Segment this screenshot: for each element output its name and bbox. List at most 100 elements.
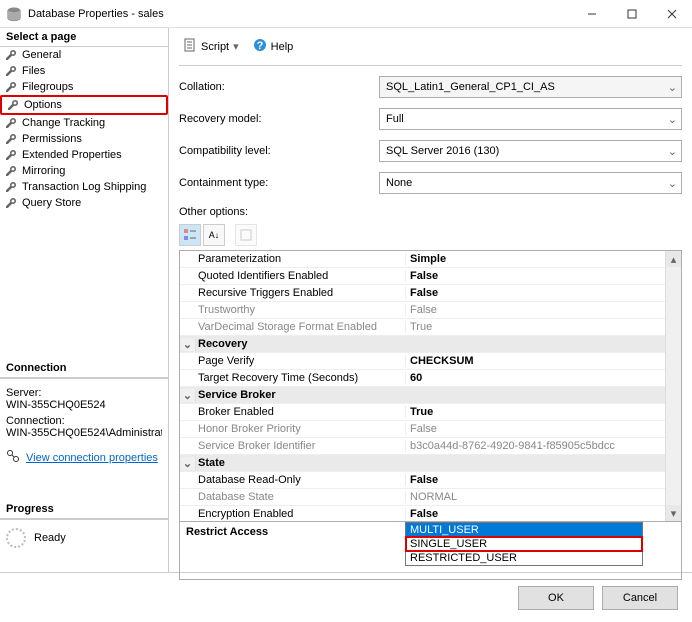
- maximize-button[interactable]: [612, 0, 652, 28]
- contain-combo[interactable]: None ⌄: [379, 172, 682, 194]
- property-name: Page Verify: [196, 355, 406, 367]
- progress-panel: Ready: [0, 519, 168, 552]
- page-item-label: General: [22, 49, 61, 61]
- dropdown-item-multi_user[interactable]: MULTI_USER: [406, 523, 642, 537]
- server-value: WIN-355CHQ0E524: [6, 399, 162, 411]
- minimize-button[interactable]: [572, 0, 612, 28]
- page-item-mirroring[interactable]: Mirroring: [0, 163, 168, 179]
- collation-combo[interactable]: SQL_Latin1_General_CP1_CI_AS ⌄: [379, 76, 682, 98]
- other-options-label: Other options:: [179, 206, 682, 218]
- property-value: b3c0a44d-8762-4920-9841-f85905c5bdcc: [406, 440, 681, 452]
- property-row[interactable]: Target Recovery Time (Seconds)60: [180, 370, 681, 387]
- scrollbar[interactable]: ▴ ▾: [665, 251, 681, 521]
- connection-panel: Server: WIN-355CHQ0E524 Connection: WIN-…: [0, 378, 168, 470]
- page-item-general[interactable]: General: [0, 47, 168, 63]
- scroll-down-button[interactable]: ▾: [666, 505, 681, 521]
- property-row[interactable]: ParameterizationSimple: [180, 251, 681, 268]
- view-connection-text: View connection properties: [26, 452, 158, 464]
- page-item-files[interactable]: Files: [0, 63, 168, 79]
- wrench-icon: [4, 148, 18, 162]
- property-value: NORMAL: [406, 491, 681, 503]
- script-button[interactable]: Script ▾: [179, 36, 243, 57]
- property-row[interactable]: Broker EnabledTrue: [180, 404, 681, 421]
- help-label: Help: [271, 41, 294, 53]
- property-row[interactable]: TrustworthyFalse: [180, 302, 681, 319]
- categorized-button[interactable]: [179, 224, 201, 246]
- page-item-extended-properties[interactable]: Extended Properties: [0, 147, 168, 163]
- connection-icon: [6, 449, 20, 466]
- property-row[interactable]: Service Broker Identifierb3c0a44d-8762-4…: [180, 438, 681, 455]
- view-connection-link[interactable]: View connection properties: [6, 449, 162, 466]
- recovery-combo[interactable]: Full ⌄: [379, 108, 682, 130]
- wrench-icon: [4, 132, 18, 146]
- svg-text:?: ?: [256, 40, 263, 52]
- property-row[interactable]: Encryption EnabledFalse: [180, 506, 681, 522]
- dropdown-item-single_user[interactable]: SINGLE_USER: [405, 536, 643, 552]
- page-item-permissions[interactable]: Permissions: [0, 131, 168, 147]
- property-name: Parameterization: [196, 253, 406, 265]
- wrench-icon: [4, 48, 18, 62]
- scroll-up-button[interactable]: ▴: [666, 251, 681, 267]
- property-value: False: [406, 474, 681, 486]
- chevron-down-icon: ⌄: [668, 81, 677, 94]
- property-grid[interactable]: ParameterizationSimpleQuoted Identifiers…: [179, 250, 682, 522]
- page-item-label: Filegroups: [22, 81, 73, 93]
- page-item-transaction-log-shipping[interactable]: Transaction Log Shipping: [0, 179, 168, 195]
- wrench-icon: [4, 164, 18, 178]
- page-item-options[interactable]: Options: [0, 95, 168, 115]
- property-name: Broker Enabled: [196, 406, 406, 418]
- compat-combo[interactable]: SQL Server 2016 (130) ⌄: [379, 140, 682, 162]
- page-item-label: Options: [24, 99, 62, 111]
- recovery-value: Full: [386, 113, 404, 125]
- progress-spinner-icon: [6, 528, 26, 548]
- category-name: State: [196, 457, 406, 469]
- help-button[interactable]: ? Help: [249, 36, 298, 57]
- contain-label: Containment type:: [179, 177, 379, 189]
- category-name: Recovery: [196, 338, 406, 350]
- connection-label: Connection:: [6, 415, 162, 427]
- page-item-filegroups[interactable]: Filegroups: [0, 79, 168, 95]
- property-value: False: [406, 304, 681, 316]
- titlebar: Database Properties - sales: [0, 0, 692, 28]
- category-row[interactable]: ⌄Recovery: [180, 336, 681, 353]
- close-button[interactable]: [652, 0, 692, 28]
- property-row[interactable]: Page VerifyCHECKSUM: [180, 353, 681, 370]
- cancel-button[interactable]: Cancel: [602, 586, 678, 610]
- left-panel: Select a page General Files Filegroups Opti…: [0, 28, 169, 572]
- collapse-icon[interactable]: ⌄: [180, 389, 196, 402]
- grid-toolbar: A↓: [179, 224, 682, 246]
- alphabetical-button[interactable]: A↓: [203, 224, 225, 246]
- page-item-label: Transaction Log Shipping: [22, 181, 146, 193]
- property-name: Target Recovery Time (Seconds): [196, 372, 406, 384]
- property-value: False: [406, 423, 681, 435]
- property-value: True: [406, 321, 681, 333]
- property-name: Quoted Identifiers Enabled: [196, 270, 406, 282]
- page-item-label: Query Store: [22, 197, 81, 209]
- select-page-header: Select a page: [0, 28, 168, 47]
- server-label: Server:: [6, 387, 162, 399]
- compat-label: Compatibility level:: [179, 145, 379, 157]
- page-list: General Files Filegroups Options Change Trac…: [0, 47, 168, 211]
- dropdown-item-restricted_user[interactable]: RESTRICTED_USER: [406, 551, 642, 565]
- property-row[interactable]: Database StateNORMAL: [180, 489, 681, 506]
- collation-label: Collation:: [179, 81, 379, 93]
- category-row[interactable]: ⌄Service Broker: [180, 387, 681, 404]
- category-row[interactable]: ⌄State: [180, 455, 681, 472]
- restrict-access-dropdown[interactable]: MULTI_USERSINGLE_USERRESTRICTED_USER: [405, 522, 643, 566]
- chevron-down-icon: ⌄: [668, 145, 677, 158]
- property-row[interactable]: Database Read-OnlyFalse: [180, 472, 681, 489]
- page-item-change-tracking[interactable]: Change Tracking: [0, 115, 168, 131]
- ok-button[interactable]: OK: [518, 586, 594, 610]
- collapse-icon[interactable]: ⌄: [180, 338, 196, 351]
- page-item-query-store[interactable]: Query Store: [0, 195, 168, 211]
- wrench-icon: [4, 64, 18, 78]
- contain-value: None: [386, 177, 412, 189]
- property-row[interactable]: Quoted Identifiers EnabledFalse: [180, 268, 681, 285]
- compat-value: SQL Server 2016 (130): [386, 145, 499, 157]
- connection-header: Connection: [0, 359, 168, 378]
- collapse-icon[interactable]: ⌄: [180, 457, 196, 470]
- property-row[interactable]: VarDecimal Storage Format EnabledTrue: [180, 319, 681, 336]
- property-pages-button[interactable]: [235, 224, 257, 246]
- property-row[interactable]: Honor Broker PriorityFalse: [180, 421, 681, 438]
- property-row[interactable]: Recursive Triggers EnabledFalse: [180, 285, 681, 302]
